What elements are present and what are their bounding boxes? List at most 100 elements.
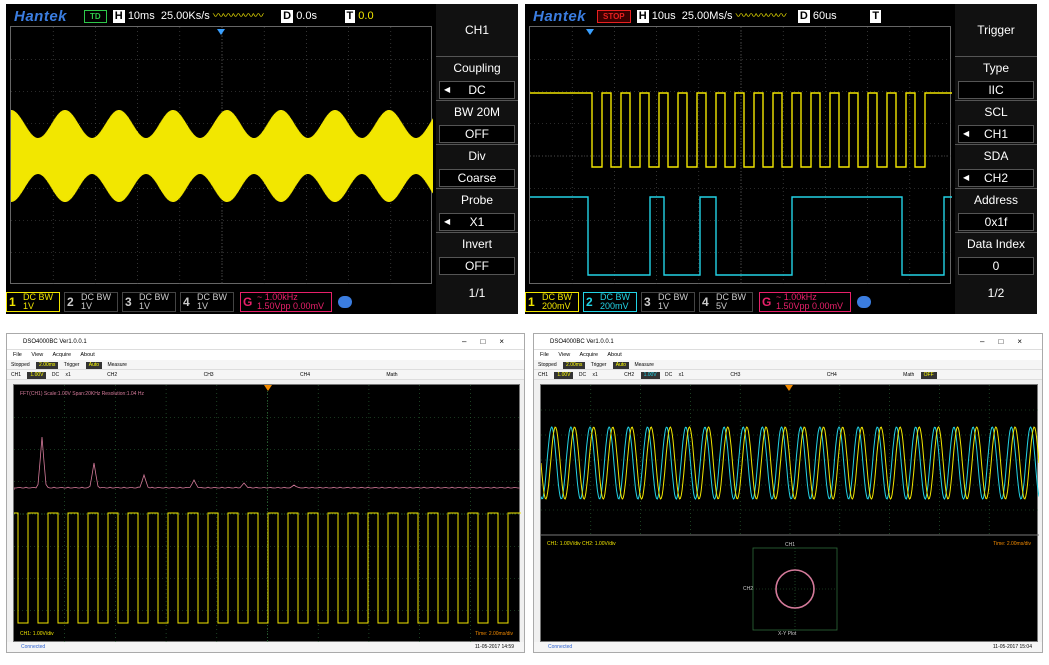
channel-number: 3	[644, 295, 651, 309]
ch1-square-trace	[14, 512, 521, 624]
menu-item-address[interactable]: Address 0x1f	[955, 188, 1037, 232]
scope-screen-trigger: Hantek STOP H 10us 25.00Ms/s 〰〰〰〰〰 D 60u…	[525, 4, 1037, 314]
channel-number: 1	[9, 295, 16, 309]
channel-number: 1	[528, 295, 535, 309]
trigger-position-marker	[217, 29, 225, 35]
menu-item-value[interactable]: 0	[958, 257, 1034, 275]
menu-item-scl[interactable]: SCL ◀ CH1	[955, 100, 1037, 144]
ch1-coupling[interactable]: DC	[579, 372, 586, 378]
time-base: 10ms	[127, 10, 155, 22]
menu-view[interactable]: View	[31, 352, 43, 358]
menu-item-type[interactable]: Type IIC	[955, 56, 1037, 100]
trigger-position-marker	[785, 385, 793, 391]
channel-tag-1[interactable]: 1 DC BW 1V	[6, 292, 60, 312]
channel-volt: 1V	[23, 301, 35, 311]
menu-item-value[interactable]: Coarse	[439, 169, 515, 187]
menu-item-value[interactable]: ◀ CH1	[958, 125, 1034, 143]
ch2-volt-select[interactable]: 1.00V	[640, 372, 660, 379]
menu-item-probe[interactable]: Probe ◀ X1	[436, 188, 518, 232]
time-scale: Time: 2.00ms/div	[993, 541, 1031, 547]
measure-button[interactable]: Measure	[107, 362, 126, 368]
ch1-probe[interactable]: x1	[66, 372, 71, 378]
timebase-select[interactable]: 2.00ms	[563, 362, 586, 369]
run-state[interactable]: Stopped	[538, 362, 557, 368]
ch1-volt-select[interactable]: 1.00V	[27, 372, 47, 379]
menu-item-value[interactable]: OFF	[439, 257, 515, 275]
ch4-label: CH4	[826, 372, 837, 378]
connection-status: Connected	[21, 644, 46, 650]
trigger-state: STOP	[597, 10, 631, 23]
fft-plot-area[interactable]: FFT(CH1) Scale:1.00V Span:20KHz Resoluti…	[13, 384, 521, 643]
ch2-coupling[interactable]: DC	[665, 372, 672, 378]
menu-bar: File View Acquire About	[534, 350, 1042, 360]
menu-item-invert[interactable]: Invert OFF	[436, 232, 518, 276]
menu-item-label: Probe	[460, 193, 494, 207]
trigger-mode-select[interactable]: Auto	[612, 362, 630, 369]
left-arrow-icon: ◀	[444, 85, 451, 94]
trigger-label: Trigger	[63, 362, 80, 368]
menu-file[interactable]: File	[13, 352, 22, 358]
trigger-mode-select[interactable]: Auto	[85, 362, 103, 369]
menu-item-label: SDA	[983, 149, 1009, 163]
waveform-grid[interactable]	[10, 26, 434, 285]
signal-generator-tag[interactable]: G ~ 1.00kHz 1.50Vpp 0.00mV	[240, 292, 332, 312]
signal-generator-tag[interactable]: G ~ 1.00kHz 1.50Vpp 0.00mV	[759, 292, 851, 312]
menu-about[interactable]: About	[80, 352, 94, 358]
menu-item-label: Data Index	[966, 237, 1026, 251]
side-menu: CH1 Coupling ◀ DC BW 20M OFF Div Coarse Probe ◀ X…	[436, 4, 518, 314]
menu-item-sda[interactable]: SDA ◀ CH2	[955, 144, 1037, 188]
channel-tag-1[interactable]: 1 DC BW 200mV	[525, 292, 579, 312]
measure-button[interactable]: Measure	[634, 362, 653, 368]
menu-acquire[interactable]: Acquire	[52, 352, 71, 358]
ch1-probe[interactable]: x1	[593, 372, 598, 378]
channel-tag-3[interactable]: 3 DC BW 1V	[122, 292, 176, 312]
ch2-probe[interactable]: x1	[679, 372, 684, 378]
status-bar: Connected 11-05-2017 15:04	[534, 642, 1042, 652]
channel-number: 2	[67, 295, 74, 309]
status-bar: STOP H 10us 25.00Ms/s 〰〰〰〰〰 D 60us T	[597, 7, 882, 25]
math-select[interactable]: OFF	[920, 372, 937, 379]
menu-item-label: BW 20M	[453, 105, 500, 119]
menu-view[interactable]: View	[558, 352, 570, 358]
channel-tag-3[interactable]: 3 DC BW 1V	[641, 292, 695, 312]
menu-item-value[interactable]: ◀ X1	[439, 213, 515, 231]
menu-item-value[interactable]: ◀ DC	[439, 81, 515, 99]
channel-number: 3	[125, 295, 132, 309]
left-arrow-icon: ◀	[444, 217, 451, 226]
menu-item-label: Coupling	[453, 61, 501, 75]
menu-item-data-index[interactable]: Data Index 0	[955, 232, 1037, 276]
menu-item-value[interactable]: 0x1f	[958, 213, 1034, 231]
channel-bar: 1 DC BW 200mV 2 DC BW 200mV 3 DC BW 1V 4 DC BW 5V G ~…	[525, 290, 955, 314]
channel-tag-4[interactable]: 4 DC BW 5V	[699, 292, 753, 312]
time-scale: Time: 2.00ms/div	[475, 631, 513, 637]
menu-item-value[interactable]: OFF	[439, 125, 515, 143]
fft-info: FFT(CH1) Scale:1.00V Span:20KHz Resoluti…	[20, 391, 144, 397]
ch1-coupling[interactable]: DC	[52, 372, 59, 378]
menu-item-bw-20m[interactable]: BW 20M OFF	[436, 100, 518, 144]
window-controls[interactable]: –□×	[980, 334, 1036, 350]
channel-bar: 1 DC BW 1V 2 DC BW 1V 3 DC BW 1V 4 DC BW 1V G ~ 1.00k…	[6, 290, 436, 314]
dual-channel-plot-area[interactable]: CH1: 1.00V/div CH2: 1.00V/div Time: 2.00…	[540, 384, 1040, 642]
menu-item-coupling[interactable]: Coupling ◀ DC	[436, 56, 518, 100]
channel-volt: 5V	[716, 301, 728, 311]
channel-bw: BW	[154, 292, 170, 302]
window-titlebar: DSO4000BC Ver1.0.0.1 –□×	[534, 334, 1042, 350]
waveform-grid[interactable]	[529, 26, 952, 285]
channel-toolbar: CH1 1.00V DC x1 CH2 CH3 CH4 Math	[7, 370, 524, 380]
menu-item-value[interactable]: IIC	[958, 81, 1034, 99]
menu-item-div[interactable]: Div Coarse	[436, 144, 518, 188]
menu-about[interactable]: About	[607, 352, 621, 358]
clock: 11-05-2017 14:59	[474, 644, 514, 650]
menu-item-value[interactable]: ◀ CH2	[958, 169, 1034, 187]
channel-tag-4[interactable]: 4 DC BW 1V	[180, 292, 234, 312]
menu-acquire[interactable]: Acquire	[579, 352, 598, 358]
run-state[interactable]: Stopped	[11, 362, 30, 368]
window-controls[interactable]: –□×	[462, 334, 518, 350]
channel-tag-2[interactable]: 2 DC BW 1V	[64, 292, 118, 312]
menu-file[interactable]: File	[540, 352, 549, 358]
channel-volt: 1V	[81, 301, 93, 311]
channel-tag-2[interactable]: 2 DC BW 200mV	[583, 292, 637, 312]
timebase-select[interactable]: 2.00ms	[36, 362, 59, 369]
delay-value: 0.0s	[296, 10, 317, 22]
ch1-volt-select[interactable]: 1.00V	[554, 372, 574, 379]
